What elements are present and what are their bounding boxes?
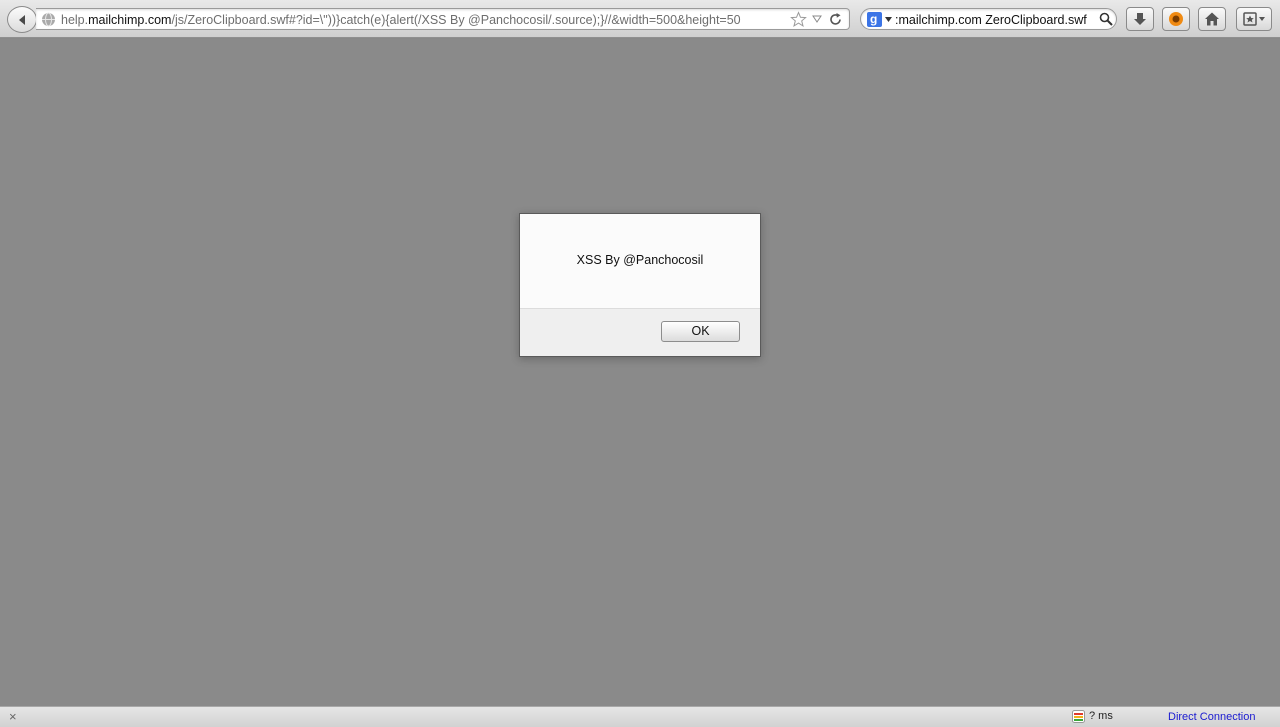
search-bar[interactable]: g :mailchimp.com ZeroClipboard.swf	[860, 8, 1117, 30]
bookmarks-menu-icon	[1243, 12, 1265, 26]
browser-toolbar: help.mailchimp.com/js/ZeroClipboard.swf#…	[0, 0, 1280, 38]
url-text[interactable]: help.mailchimp.com/js/ZeroClipboard.swf#…	[61, 12, 796, 28]
downloads-button[interactable]	[1126, 7, 1154, 31]
url-prefix: help.	[61, 13, 89, 27]
page-timing: ? ms	[1089, 710, 1113, 722]
globe-icon[interactable]	[41, 12, 56, 27]
page-content	[0, 39, 1280, 706]
back-button[interactable]	[7, 6, 37, 33]
addon-icon	[1169, 12, 1183, 26]
bookmarks-menu-button[interactable]	[1236, 7, 1272, 31]
dialog-footer: OK	[520, 309, 760, 356]
ok-button[interactable]: OK	[661, 321, 740, 342]
engine-dropdown-icon[interactable]	[885, 17, 892, 22]
page-speed-icon[interactable]	[1072, 710, 1085, 723]
alert-dialog: XSS By @Panchocosil OK	[519, 213, 761, 357]
download-arrow-icon	[1134, 13, 1146, 25]
url-path: /js/ZeroClipboard.swf#?id=\"))}catch(e){…	[171, 13, 741, 27]
back-arrow-icon	[19, 14, 25, 25]
connection-status-link[interactable]: Direct Connection	[1168, 711, 1255, 724]
reload-icon[interactable]	[828, 12, 843, 27]
home-icon	[1205, 12, 1219, 26]
dialog-body: XSS By @Panchocosil	[520, 214, 760, 309]
alert-message: XSS By @Panchocosil	[576, 253, 704, 267]
close-statusbar-icon[interactable]: ×	[9, 710, 17, 724]
history-dropdown-icon[interactable]	[812, 15, 822, 23]
search-input[interactable]: :mailchimp.com ZeroClipboard.swf	[895, 12, 1100, 28]
google-icon[interactable]: g	[867, 12, 882, 27]
bookmark-star-icon[interactable]	[790, 11, 807, 28]
search-icon[interactable]	[1099, 12, 1113, 26]
address-bar[interactable]: help.mailchimp.com/js/ZeroClipboard.swf#…	[36, 8, 850, 30]
status-bar: × ? ms Direct Connection	[0, 706, 1280, 727]
url-domain: mailchimp.com	[88, 13, 172, 27]
engine-letter: g	[870, 12, 878, 26]
addon-button[interactable]	[1162, 7, 1190, 31]
home-button[interactable]	[1198, 7, 1226, 31]
